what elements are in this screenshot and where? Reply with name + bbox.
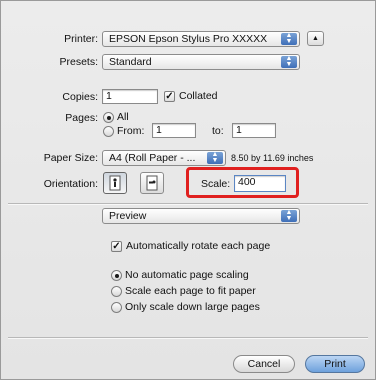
auto-rotate-label: Automatically rotate each page — [126, 240, 271, 252]
no-scaling-radio[interactable] — [111, 270, 122, 281]
cancel-button[interactable]: Cancel — [233, 355, 295, 373]
popup-arrows-icon: ▲ ▼ — [207, 151, 223, 164]
landscape-icon — [146, 175, 158, 191]
pages-label: Pages: — [65, 112, 98, 124]
scale-down-radio[interactable] — [111, 302, 122, 313]
section-popup-value: Preview — [109, 210, 147, 222]
orientation-label: Orientation: — [43, 178, 98, 190]
fit-paper-label: Scale each page to fit paper — [125, 285, 256, 297]
triangle-up-icon: ▲ — [312, 35, 319, 42]
printer-label: Printer: — [64, 33, 98, 45]
presets-value: Standard — [109, 56, 152, 68]
pages-all-radio[interactable] — [103, 112, 114, 123]
pages-from-label: From: — [117, 125, 145, 137]
scale-down-label: Only scale down large pages — [125, 301, 260, 313]
paper-size-label: Paper Size: — [43, 152, 98, 164]
pages-from-radio[interactable] — [103, 126, 114, 137]
printer-value: EPSON Epson Stylus Pro XXXXX — [109, 33, 268, 45]
printer-popup[interactable]: EPSON Epson Stylus Pro XXXXX ▲ ▼ — [102, 31, 300, 47]
section-popup[interactable]: Preview ▲ ▼ — [102, 208, 300, 224]
disclosure-button[interactable]: ▲ — [307, 31, 324, 46]
print-button[interactable]: Print — [305, 355, 365, 373]
paper-size-popup[interactable]: A4 (Roll Paper - ... ▲ ▼ — [102, 150, 226, 166]
collated-label: Collated — [179, 90, 218, 102]
portrait-button[interactable] — [103, 172, 127, 194]
popup-arrows-icon: ▲ ▼ — [281, 32, 297, 45]
scale-label: Scale: — [201, 178, 231, 190]
pages-to-label: to: — [212, 125, 224, 137]
presets-popup[interactable]: Standard ▲ ▼ — [102, 54, 300, 70]
fit-paper-radio[interactable] — [111, 286, 122, 297]
paper-dimensions: 8.50 by 11.69 inches — [231, 153, 314, 163]
presets-label: Presets: — [59, 56, 98, 68]
landscape-button[interactable] — [140, 172, 164, 194]
pages-all-label: All — [117, 111, 129, 123]
scale-field[interactable]: 400 — [234, 175, 286, 192]
pages-to-field[interactable]: 1 — [232, 123, 276, 138]
divider — [8, 337, 368, 339]
paper-size-value: A4 (Roll Paper - ... — [109, 152, 196, 164]
copies-label: Copies: — [62, 91, 98, 103]
popup-arrows-icon: ▲ ▼ — [281, 55, 297, 68]
no-scaling-label: No automatic page scaling — [125, 269, 249, 281]
copies-field[interactable]: 1 — [102, 89, 158, 104]
auto-rotate-checkbox[interactable]: ✓ — [111, 241, 122, 252]
popup-arrows-icon: ▲ ▼ — [281, 209, 297, 222]
pages-from-field[interactable]: 1 — [152, 123, 196, 138]
portrait-icon — [109, 175, 121, 191]
collated-checkbox[interactable]: ✓ — [164, 91, 175, 102]
divider — [8, 203, 368, 205]
